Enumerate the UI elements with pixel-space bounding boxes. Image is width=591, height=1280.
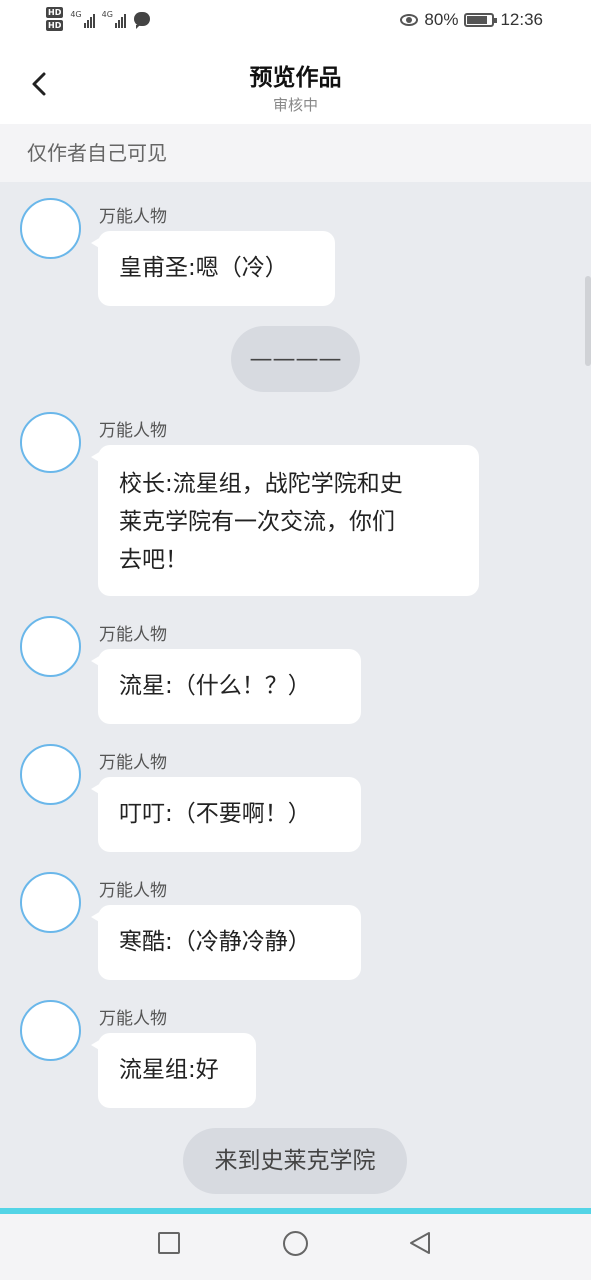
battery-fill <box>467 16 487 24</box>
message-text: 流星:（什么！？） <box>119 673 311 699</box>
page-title: 预览作品 <box>249 65 342 91</box>
hd-badge-2: HD <box>46 20 64 31</box>
battery-percent: 80% <box>424 10 459 29</box>
message-text: 皇甫圣:嗯（冷） <box>119 255 288 281</box>
speaker-name: 万能人物 <box>99 753 167 773</box>
speaker-name: 万能人物 <box>99 625 167 645</box>
hd-badge-1: HD <box>46 7 64 18</box>
narration-pill[interactable]: ———— <box>231 326 360 392</box>
message-text: 叮叮:（不要啊！） <box>119 801 311 827</box>
scrollbar[interactable] <box>585 276 591 366</box>
hd-indicators: HD HD <box>46 7 64 31</box>
system-navigation-bar <box>0 1214 591 1280</box>
avatar[interactable] <box>20 198 81 259</box>
narration-pill[interactable]: 来到史莱克学院 <box>183 1128 407 1194</box>
narration-text: 来到史莱克学院 <box>214 1148 376 1174</box>
signal-icon-1: 4G <box>70 10 95 28</box>
message-text: 校长:流星组，战陀学院和史 莱克学院有一次交流，你们 去吧！ <box>119 471 403 573</box>
system-back-glyph <box>410 1232 430 1254</box>
clock: 12:36 <box>500 10 543 29</box>
battery-icon <box>464 13 498 27</box>
message-notification-icon <box>133 12 150 29</box>
message-text: 寒酷:（冷静冷静） <box>119 929 311 955</box>
visibility-notice: 仅作者自己可见 <box>0 124 591 182</box>
speaker-name: 万能人物 <box>99 881 167 901</box>
signal-icon-2: 4G <box>102 10 126 28</box>
signal-label-1: 4G <box>70 10 82 19</box>
review-status: 审核中 <box>272 96 318 114</box>
message-bubble[interactable]: 流星组:好 <box>91 1033 256 1108</box>
circle-icon[interactable] <box>283 1231 308 1256</box>
message-bubble[interactable]: 皇甫圣:嗯（冷） <box>91 231 335 306</box>
message-text: 流星组:好 <box>119 1057 219 1083</box>
triangle-left-icon[interactable] <box>407 1230 433 1256</box>
avatar[interactable] <box>20 616 81 677</box>
eye-icon <box>400 14 419 26</box>
app-header: 预览作品 审核中 <box>0 44 591 124</box>
square-icon[interactable] <box>158 1232 180 1254</box>
chat-preview[interactable]: 万能人物 皇甫圣:嗯（冷） ———— 万能人物 校长:流星组，战陀学院和史 莱克… <box>0 182 591 1208</box>
network-status: HD HD 4G 4G <box>46 7 150 31</box>
speaker-name: 万能人物 <box>99 207 167 227</box>
message-bubble[interactable]: 校长:流星组，战陀学院和史 莱克学院有一次交流，你们 去吧！ <box>91 445 479 596</box>
avatar[interactable] <box>20 744 81 805</box>
avatar[interactable] <box>20 1000 81 1061</box>
message-bubble[interactable]: 流星:（什么！？） <box>91 649 361 724</box>
status-bar: HD HD 4G 4G 80% 12:36 <box>0 0 591 44</box>
device-status: 80% 12:36 <box>400 10 543 30</box>
speaker-name: 万能人物 <box>99 421 167 441</box>
avatar[interactable] <box>20 412 81 473</box>
avatar[interactable] <box>20 872 81 933</box>
message-bubble[interactable]: 叮叮:（不要啊！） <box>91 777 361 852</box>
speaker-name: 万能人物 <box>99 1009 167 1029</box>
signal-label-2: 4G <box>101 10 113 19</box>
message-bubble[interactable]: 寒酷:（冷静冷静） <box>91 905 361 980</box>
narration-text: ———— <box>249 346 342 372</box>
